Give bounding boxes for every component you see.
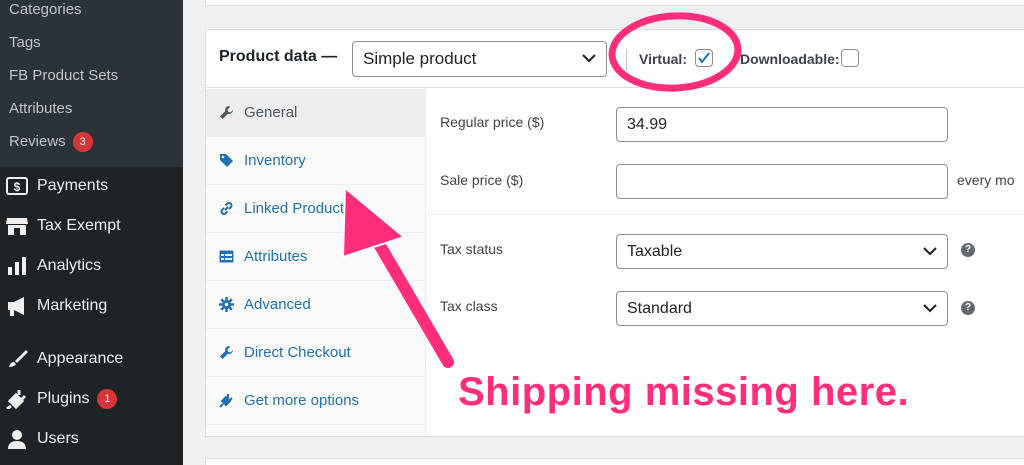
tab-label: Attributes — [244, 248, 308, 265]
tab-label: Linked Products — [244, 200, 352, 217]
menu-label: Appearance — [37, 350, 124, 367]
store-icon — [5, 215, 29, 237]
wrench-icon — [218, 345, 234, 361]
submenu-label: Reviews — [9, 133, 66, 150]
reviews-count-badge: 3 — [72, 132, 93, 152]
tax-status-label: Tax status — [440, 241, 504, 257]
tab-label: Get more options — [244, 392, 360, 409]
plug-icon — [218, 393, 234, 409]
list-icon — [218, 249, 234, 265]
schedule-hint: every mo — [957, 172, 1015, 188]
tax-class-select[interactable]: Standard — [616, 291, 948, 326]
tab-linked-products[interactable]: Linked Products — [206, 185, 426, 233]
svg-text:$: $ — [14, 180, 21, 194]
product-type-value: Simple product — [363, 49, 477, 68]
submenu-label: Attributes — [9, 100, 73, 117]
sale-price-input[interactable] — [616, 164, 948, 199]
submenu-item-attributes[interactable]: Attributes — [9, 99, 72, 119]
menu-item-plugins[interactable]: Plugins 1 — [0, 381, 183, 417]
submenu-label: FB Product Sets — [9, 67, 119, 84]
tab-get-more-options[interactable]: Get more options — [206, 377, 426, 425]
product-data-tabs: General Inventory Linked Products Attrib… — [206, 89, 426, 436]
menu-item-analytics[interactable]: Analytics — [0, 248, 183, 284]
tab-general[interactable]: General — [206, 89, 426, 137]
plugins-update-badge: 1 — [97, 389, 118, 409]
section-divider — [427, 214, 1024, 215]
tab-label: Inventory — [244, 152, 306, 169]
tag-icon — [218, 153, 234, 169]
product-type-select[interactable]: Simple product — [352, 41, 607, 77]
menu-label: Plugins — [37, 390, 90, 407]
plugin-icon — [5, 388, 29, 410]
menu-item-marketing[interactable]: Marketing — [0, 288, 183, 324]
submenu-item-fb-product-sets[interactable]: FB Product Sets — [9, 66, 118, 86]
tab-label: General — [244, 104, 298, 121]
analytics-icon — [5, 255, 29, 277]
users-icon — [5, 428, 29, 450]
menu-label: Tax Exempt — [37, 217, 121, 234]
downloadable-checkbox[interactable] — [841, 49, 859, 67]
megaphone-icon — [5, 295, 29, 317]
menu-item-tax-exempt[interactable]: Tax Exempt — [0, 208, 183, 244]
product-data-header: Product data — Simple product Virtual: D… — [206, 30, 1024, 88]
wrench-icon — [218, 105, 234, 121]
menu-label: Payments — [37, 177, 109, 194]
tax-status-value: Taxable — [627, 243, 683, 260]
tax-class-value: Standard — [627, 300, 692, 317]
submenu-label: Tags — [9, 34, 41, 51]
help-icon[interactable]: ? — [961, 243, 975, 257]
products-submenu: Categories Tags FB Product Sets Attribut… — [0, 0, 183, 167]
menu-label: Analytics — [37, 257, 102, 274]
checkmark-icon — [698, 52, 710, 64]
menu-label: Marketing — [37, 297, 108, 314]
header-separator — [626, 50, 627, 70]
tax-status-select[interactable]: Taxable — [616, 234, 948, 269]
screen: Categories Tags FB Product Sets Attribut… — [0, 0, 1024, 465]
tab-advanced[interactable]: Advanced — [206, 281, 426, 329]
sale-price-label: Sale price ($) — [440, 172, 524, 188]
gear-icon — [218, 297, 234, 313]
submenu-item-reviews[interactable]: Reviews 3 — [9, 132, 93, 152]
regular-price-label: Regular price ($) — [440, 114, 545, 130]
menu-item-payments[interactable]: $ Payments — [0, 168, 183, 204]
next-metabox — [205, 458, 1024, 465]
virtual-label: Virtual: — [639, 51, 687, 67]
paintbrush-icon — [5, 348, 29, 370]
product-data-title: Product data — — [219, 48, 338, 65]
tab-inventory[interactable]: Inventory — [206, 137, 426, 185]
submenu-label: Categories — [9, 1, 82, 18]
regular-price-input[interactable]: 34.99 — [616, 107, 948, 142]
previous-metabox — [205, 0, 1024, 6]
tab-attributes[interactable]: Attributes — [206, 233, 426, 281]
tab-label: Direct Checkout — [244, 344, 351, 361]
chevron-down-icon — [582, 54, 596, 63]
menu-item-users[interactable]: Users — [0, 421, 183, 457]
chevron-down-icon — [923, 247, 937, 256]
admin-sidebar: Categories Tags FB Product Sets Attribut… — [0, 0, 183, 465]
virtual-checkbox[interactable] — [695, 49, 713, 67]
annotation-text: Shipping missing here. — [458, 370, 910, 414]
menu-item-appearance[interactable]: Appearance — [0, 341, 183, 377]
tab-direct-checkout[interactable]: Direct Checkout — [206, 329, 426, 377]
link-icon — [218, 201, 234, 217]
tax-class-label: Tax class — [440, 298, 498, 314]
submenu-item-tags[interactable]: Tags — [9, 33, 41, 53]
submenu-item-categories[interactable]: Categories — [9, 0, 82, 20]
chevron-down-icon — [923, 304, 937, 313]
help-icon[interactable]: ? — [961, 301, 975, 315]
payments-icon: $ — [5, 175, 29, 197]
downloadable-label: Downloadable: — [740, 51, 840, 67]
tab-label: Advanced — [244, 296, 311, 313]
menu-label: Users — [37, 430, 79, 447]
